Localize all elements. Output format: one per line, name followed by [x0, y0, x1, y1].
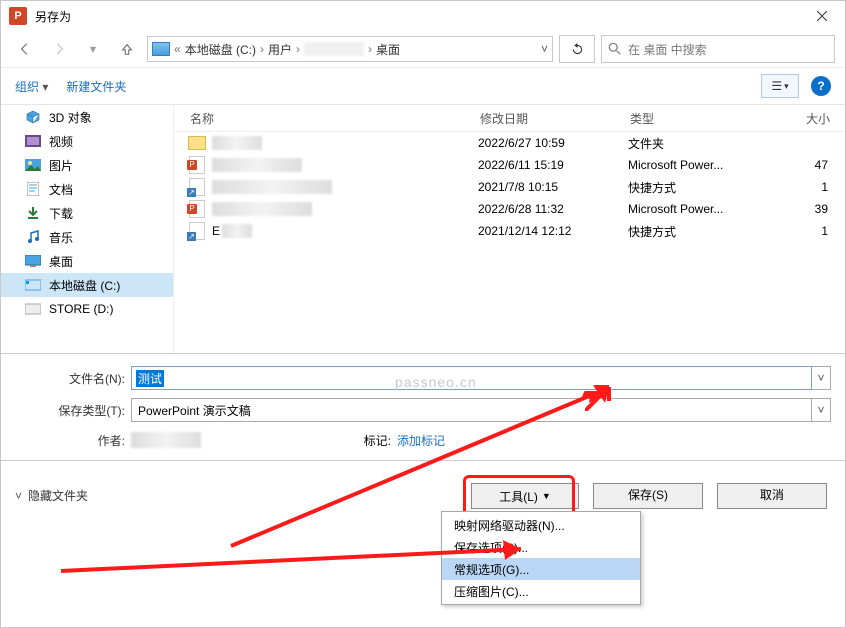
titlebar: P 另存为	[1, 1, 845, 31]
tools-wrap: 工具(L) ▼ 映射网络驱动器(N)... 保存选项(S)... 常规选项(G)…	[471, 483, 579, 509]
dialog-footer: ˅ 隐藏文件夹 工具(L) ▼ 映射网络驱动器(N)... 保存选项(S)...…	[1, 460, 845, 553]
close-icon	[817, 11, 827, 21]
music-icon	[25, 230, 41, 244]
toolbar: 组织 新建文件夹 ☰▾ ?	[1, 68, 845, 105]
drive-icon	[25, 302, 41, 316]
save-button[interactable]: 保存(S)	[593, 483, 703, 509]
col-date[interactable]: 修改日期	[480, 110, 630, 127]
address-bar[interactable]: « 本地磁盘 (C:) › 用户 › › 桌面 ˅	[147, 36, 553, 62]
document-icon	[25, 182, 41, 196]
author-label: 作者:	[15, 432, 131, 449]
sidebar-item-drive-c[interactable]: 本地磁盘 (C:)	[1, 273, 173, 297]
organize-menu[interactable]: 组织	[15, 78, 48, 95]
ppt-icon	[189, 156, 205, 174]
sidebar: 3D 对象 视频 图片 文档 下载 音乐 桌面 本地磁盘 (C:) STORE …	[1, 105, 174, 353]
filename-label: 文件名(N):	[15, 370, 131, 387]
sidebar-item-videos[interactable]: 视频	[1, 129, 173, 153]
filetype-label: 保存类型(T):	[15, 402, 131, 419]
explorer-body: 3D 对象 视频 图片 文档 下载 音乐 桌面 本地磁盘 (C:) STORE …	[1, 105, 845, 353]
breadcrumb-overflow: «	[172, 42, 183, 56]
col-size[interactable]: 大小	[770, 110, 840, 127]
cancel-button[interactable]: 取消	[717, 483, 827, 509]
back-button[interactable]	[11, 35, 39, 63]
search-placeholder: 在 桌面 中搜索	[628, 41, 707, 58]
menu-general-options[interactable]: 常规选项(G)...	[442, 558, 640, 580]
shortcut-icon	[189, 178, 205, 196]
tags-add-link[interactable]: 添加标记	[397, 432, 445, 449]
file-row[interactable]: 2021/7/8 10:15 快捷方式 1	[174, 176, 845, 198]
help-button[interactable]: ?	[811, 76, 831, 96]
up-button[interactable]	[113, 35, 141, 63]
sidebar-item-documents[interactable]: 文档	[1, 177, 173, 201]
menu-map-drive[interactable]: 映射网络驱动器(N)...	[442, 514, 640, 536]
saveas-dialog: P 另存为 ▾ « 本地磁盘 (C:) › 用户 › › 桌面 ˅ 在 桌面 中	[0, 0, 846, 628]
video-icon	[25, 134, 41, 148]
filetype-combo[interactable]: PowerPoint 演示文稿	[131, 398, 812, 422]
forward-button[interactable]	[45, 35, 73, 63]
download-icon	[25, 206, 41, 220]
save-fields: passneo.cn 文件名(N): 测试 ˅ 保存类型(T): PowerPo…	[1, 353, 845, 460]
close-button[interactable]	[799, 1, 845, 31]
tools-menu: 映射网络驱动器(N)... 保存选项(S)... 常规选项(G)... 压缩图片…	[441, 511, 641, 605]
col-type[interactable]: 类型	[630, 110, 770, 127]
column-headers: 名称 修改日期 类型 大小	[174, 105, 845, 132]
hide-folders-toggle[interactable]: ˅ 隐藏文件夹	[15, 487, 88, 504]
filename-input[interactable]: 测试	[131, 366, 812, 390]
refresh-button[interactable]	[559, 35, 595, 63]
file-row[interactable]: 2022/6/27 10:59 文件夹	[174, 132, 845, 154]
chevron-down-icon: ˅	[15, 489, 22, 503]
window-title: 另存为	[35, 8, 799, 25]
view-options-button[interactable]: ☰▾	[761, 74, 799, 98]
sidebar-item-drive-d[interactable]: STORE (D:)	[1, 297, 173, 321]
sidebar-item-downloads[interactable]: 下载	[1, 201, 173, 225]
search-box[interactable]: 在 桌面 中搜索	[601, 35, 835, 63]
filename-dropdown[interactable]: ˅	[812, 366, 831, 390]
list-icon: ☰	[771, 79, 782, 93]
file-row[interactable]: 2022/6/28 11:32 Microsoft Power... 39	[174, 198, 845, 220]
col-name[interactable]: 名称	[174, 110, 480, 127]
breadcrumb-drive[interactable]: 本地磁盘 (C:)	[185, 41, 256, 58]
filetype-dropdown[interactable]: ˅	[812, 398, 831, 422]
powerpoint-icon: P	[9, 7, 27, 25]
breadcrumb-redacted	[304, 42, 364, 56]
shortcut-icon	[189, 222, 205, 240]
address-dropdown-icon[interactable]: ˅	[541, 42, 548, 56]
sidebar-item-pictures[interactable]: 图片	[1, 153, 173, 177]
author-value-redacted	[131, 432, 201, 448]
folder-icon	[188, 136, 206, 150]
file-list: 名称 修改日期 类型 大小 2022/6/27 10:59 文件夹 2022/6…	[174, 105, 845, 353]
desktop-icon	[25, 254, 41, 268]
breadcrumb-users[interactable]: 用户	[268, 41, 292, 58]
sidebar-item-music[interactable]: 音乐	[1, 225, 173, 249]
ppt-icon	[189, 200, 205, 218]
tags-label: 标记:	[341, 432, 397, 449]
newfolder-button[interactable]: 新建文件夹	[66, 78, 126, 95]
menu-compress-pictures[interactable]: 压缩图片(C)...	[442, 580, 640, 602]
drive-icon	[25, 278, 41, 292]
search-icon	[608, 42, 622, 56]
file-rows: 2022/6/27 10:59 文件夹 2022/6/11 15:19 Micr…	[174, 132, 845, 353]
file-row[interactable]: 2022/6/11 15:19 Microsoft Power... 47	[174, 154, 845, 176]
tools-button[interactable]: 工具(L) ▼	[471, 483, 579, 509]
breadcrumb-desktop[interactable]: 桌面	[376, 41, 400, 58]
drive-icon	[152, 42, 170, 56]
sidebar-item-desktop[interactable]: 桌面	[1, 249, 173, 273]
picture-icon	[25, 158, 41, 172]
nav-bar: ▾ « 本地磁盘 (C:) › 用户 › › 桌面 ˅ 在 桌面 中搜索	[1, 31, 845, 68]
cube-icon	[25, 110, 41, 124]
recent-dropdown[interactable]: ▾	[79, 35, 107, 63]
file-row[interactable]: E 2021/12/14 12:12 快捷方式 1	[174, 220, 845, 242]
menu-save-options[interactable]: 保存选项(S)...	[442, 536, 640, 558]
sidebar-item-3dobjects[interactable]: 3D 对象	[1, 105, 173, 129]
refresh-icon	[571, 43, 584, 56]
chevron-down-icon: ▼	[542, 491, 551, 501]
